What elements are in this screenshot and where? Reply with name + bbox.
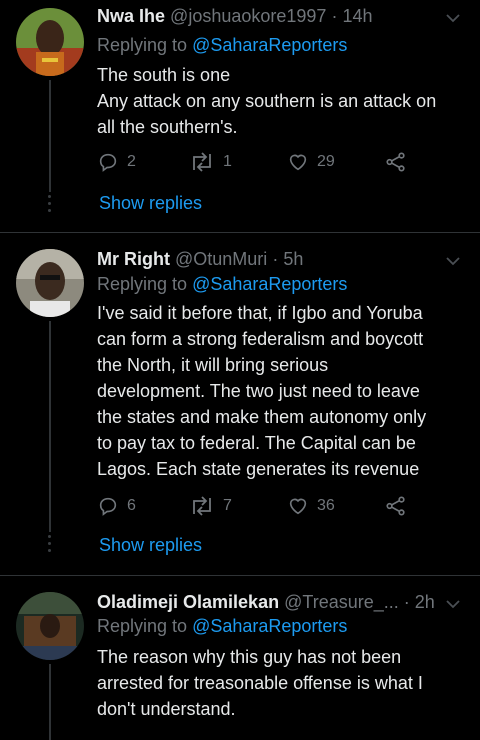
tweet-text-line: don't understand. <box>97 699 236 719</box>
replying-to-label: Replying to <box>97 35 193 55</box>
chevron-down-icon[interactable] <box>446 253 460 271</box>
tweet-text-line: Lagos. Each state generates its revenue <box>97 459 420 479</box>
retweet-count: 7 <box>223 497 232 514</box>
replying-to-label: Replying to <box>97 616 193 636</box>
chevron-down-icon[interactable] <box>446 596 460 614</box>
replying-to-label: Replying to <box>97 274 193 294</box>
avatar[interactable] <box>16 592 84 660</box>
reply-count: 6 <box>127 497 136 514</box>
show-replies-link[interactable]: Show replies <box>99 193 202 214</box>
timestamp[interactable]: 5h <box>283 249 303 269</box>
replying-to-handle[interactable]: @SaharaReporters <box>192 35 347 55</box>
show-replies-link[interactable]: Show replies <box>99 535 202 556</box>
chevron-down-icon[interactable] <box>446 10 460 28</box>
replying-to: Replying to @SaharaReporters <box>97 35 347 56</box>
like-button[interactable]: 36 <box>287 495 335 517</box>
replying-to-handle[interactable]: @SaharaReporters <box>192 616 347 636</box>
thread-dots <box>48 535 52 556</box>
display-name[interactable]: Nwa Ihe <box>97 6 165 26</box>
thread-dots <box>48 195 52 216</box>
tweet-actions: 6 7 36 <box>97 495 417 519</box>
tweet-text-line: can form a strong federalism and boycott <box>97 329 424 349</box>
share-button[interactable] <box>385 495 407 517</box>
thread-line <box>49 321 51 532</box>
reply-count: 2 <box>127 153 136 170</box>
like-button[interactable]: 29 <box>287 151 335 173</box>
display-name[interactable]: Oladimeji Olamilekan <box>97 592 279 612</box>
tweet-text-line: the North, it will bring serious <box>97 355 329 375</box>
tweet-text-line: The reason why this guy has not been <box>97 647 402 667</box>
reply-button[interactable]: 2 <box>97 151 136 173</box>
share-icon <box>386 152 405 172</box>
retweet-icon <box>193 496 211 516</box>
tweet[interactable]: Oladimeji Olamilekan @Treasure_... · 2h … <box>0 586 480 740</box>
separator: · <box>272 249 279 269</box>
divider <box>0 232 480 233</box>
retweet-button[interactable]: 1 <box>189 151 232 173</box>
replying-to: Replying to @SaharaReporters <box>97 616 347 637</box>
reply-icon <box>99 153 117 172</box>
separator: · <box>331 6 338 26</box>
retweet-icon <box>193 152 211 172</box>
tweet-text: The reason why this guy has not been arr… <box>97 644 465 722</box>
tweet-text: I've said it before that, if Igbo and Yo… <box>97 300 465 482</box>
tweet[interactable]: Mr Right @OtunMuri · 5h Replying to @Sah… <box>0 243 480 575</box>
share-button[interactable] <box>385 151 407 173</box>
replying-to: Replying to @SaharaReporters <box>97 274 347 295</box>
replying-to-handle[interactable]: @SaharaReporters <box>192 274 347 294</box>
retweet-count: 1 <box>223 153 232 170</box>
thread-line <box>49 80 51 192</box>
timestamp[interactable]: 2h <box>415 592 435 612</box>
user-handle[interactable]: @joshuaokore1997 <box>170 6 326 26</box>
retweet-button[interactable]: 7 <box>189 495 232 517</box>
tweet-text-line: all the southern's. <box>97 117 238 137</box>
timestamp[interactable]: 14h <box>342 6 372 26</box>
tweet-text-line: to pay tax to federal. The Capital can b… <box>97 433 416 453</box>
tweet-actions: 2 1 29 <box>97 151 417 175</box>
tweet-text-line: The south is one <box>97 65 231 85</box>
like-count: 29 <box>317 153 335 170</box>
thread-line <box>49 664 51 740</box>
share-icon <box>386 496 405 516</box>
tweet-text-line: arrested for treasonable offense is what… <box>97 673 423 693</box>
user-handle[interactable]: @Treasure_... <box>284 592 399 612</box>
reply-icon <box>99 497 117 516</box>
tweet-header: Nwa Ihe @joshuaokore1997 · 14h <box>97 6 437 27</box>
heart-icon <box>289 154 307 171</box>
heart-icon <box>289 498 307 515</box>
tweet-text-line: I've said it before that, if Igbo and Yo… <box>97 303 423 323</box>
divider <box>0 575 480 576</box>
reply-button[interactable]: 6 <box>97 495 136 517</box>
separator: · <box>403 592 410 612</box>
tweet-header: Mr Right @OtunMuri · 5h <box>97 249 437 270</box>
display-name[interactable]: Mr Right <box>97 249 170 269</box>
avatar[interactable] <box>16 8 84 76</box>
tweet-text: The south is one Any attack on any south… <box>97 62 465 140</box>
tweet[interactable]: Nwa Ihe @joshuaokore1997 · 14h Replying … <box>0 0 480 232</box>
tweet-text-line: development. The two just need to leave <box>97 381 420 401</box>
tweet-text-line: the states and make them autonomy only <box>97 407 427 427</box>
tweet-header: Oladimeji Olamilekan @Treasure_... · 2h <box>97 592 437 613</box>
tweet-text-line: Any attack on any southern is an attack … <box>97 91 437 111</box>
like-count: 36 <box>317 497 335 514</box>
avatar[interactable] <box>16 249 84 317</box>
user-handle[interactable]: @OtunMuri <box>175 249 267 269</box>
